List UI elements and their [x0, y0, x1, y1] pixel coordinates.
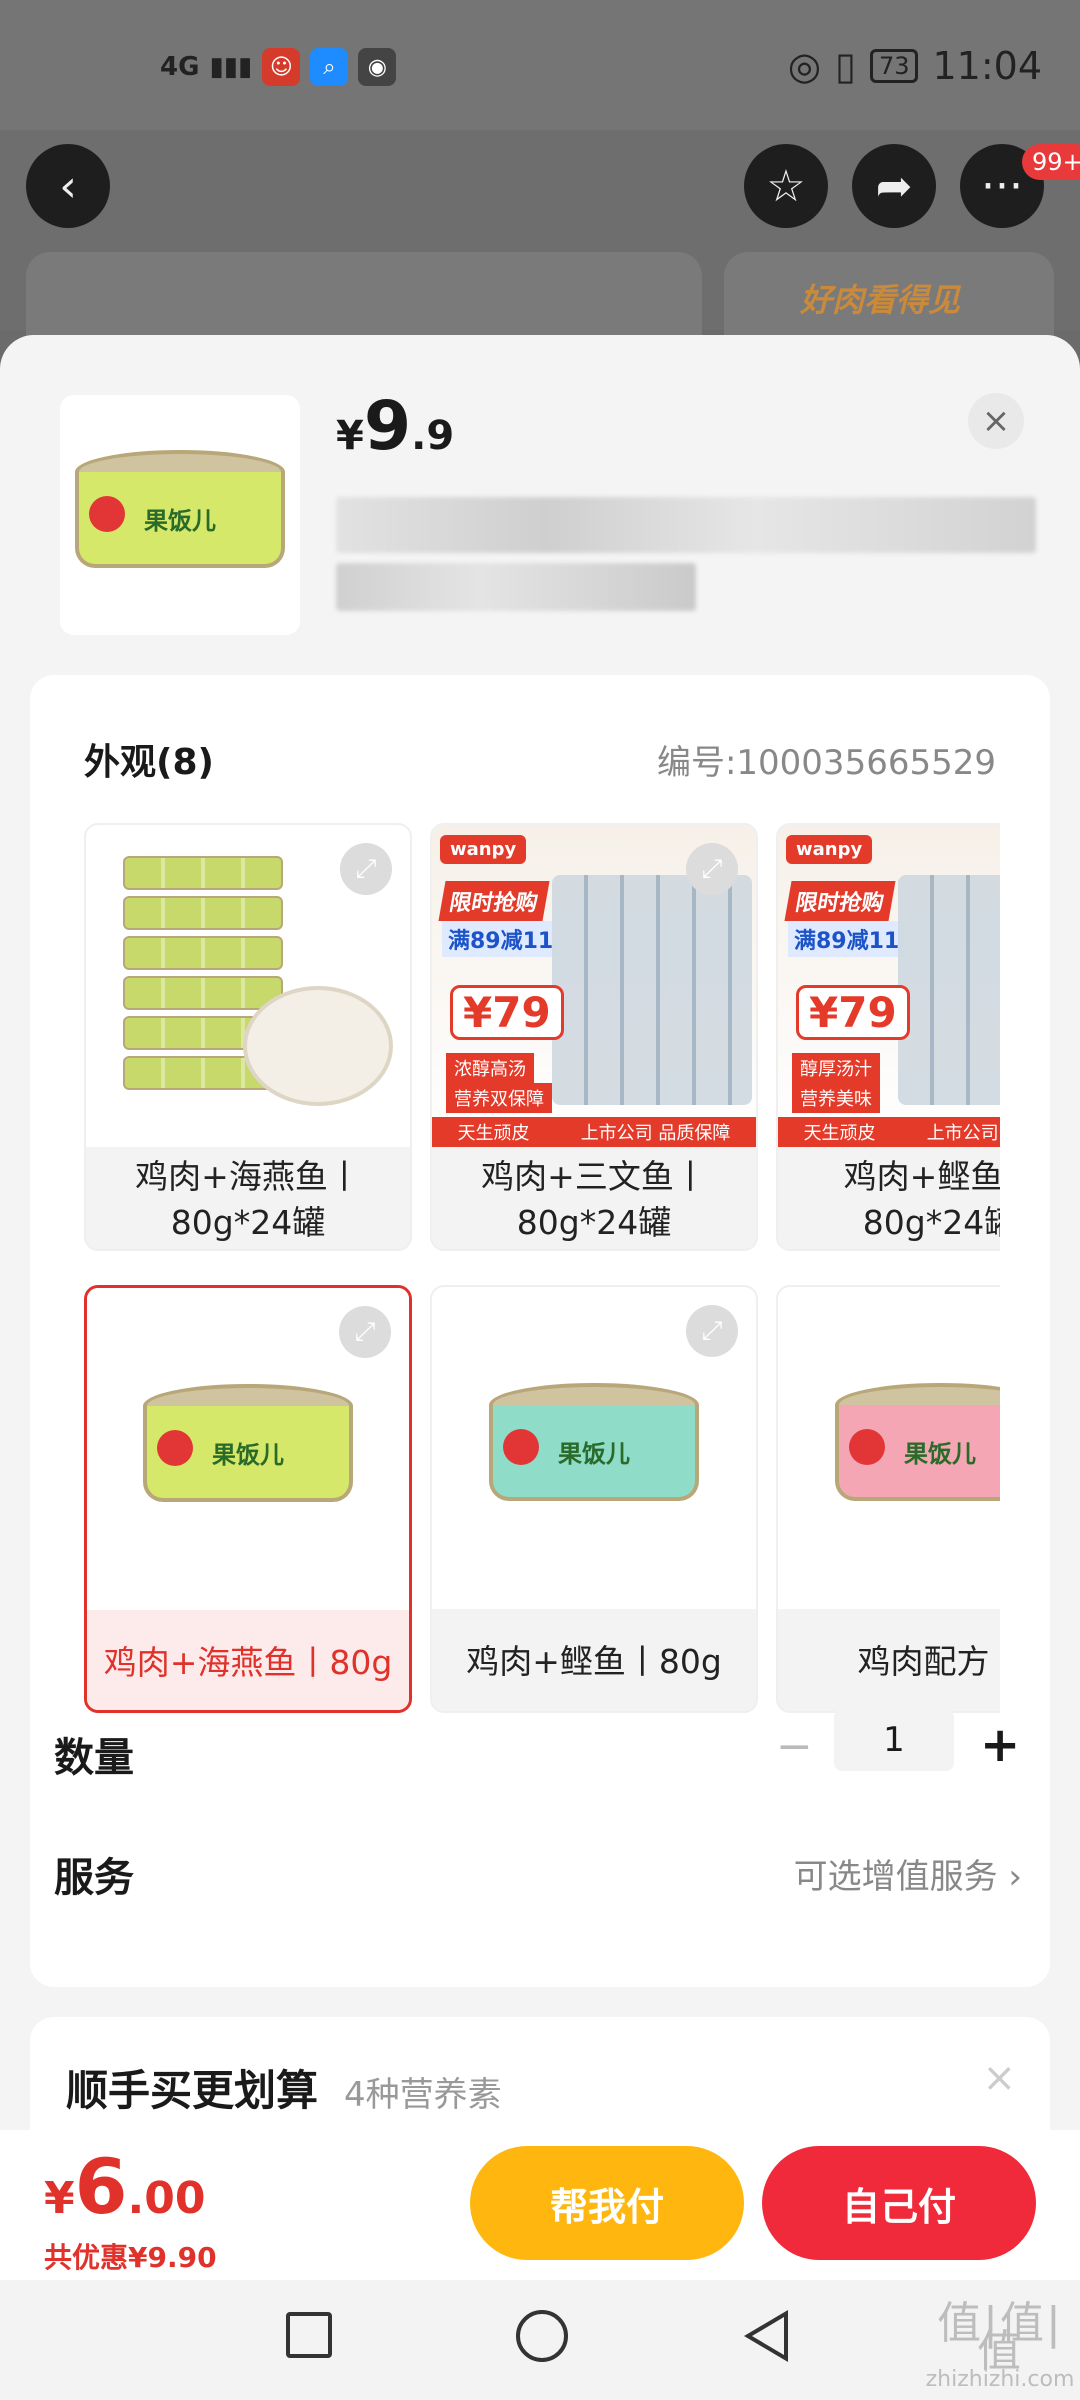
app-notification-icon: ☺: [262, 48, 301, 86]
sku-selector-sheet: 果饭儿 ¥9.9 × 外观(8) 编号:100035665529 ⤢ 鸡肉+海燕…: [0, 335, 1080, 2285]
help-me-pay-button[interactable]: 帮我付: [470, 2146, 744, 2260]
bundle-close-button[interactable]: ×: [982, 2055, 1016, 2101]
share-icon: ➦: [875, 160, 913, 212]
variant-section-title: 外观(8): [84, 742, 214, 783]
search-app-icon: ⌕: [310, 48, 349, 86]
chevron-left-icon: ‹: [59, 160, 77, 212]
signal-icon: ▮▮▮: [209, 52, 253, 82]
expand-icon[interactable]: ⤢: [340, 843, 392, 895]
back-button[interactable]: ‹: [26, 144, 110, 228]
back-nav-icon[interactable]: [744, 2310, 788, 2362]
vibrate-icon: ▯: [835, 44, 856, 88]
quantity-minus-button[interactable]: −: [776, 1721, 813, 1772]
variant-label: 鸡肉+三文鱼丨80g*24罐: [481, 1157, 707, 1242]
blurred-product-subtitle: [336, 563, 696, 611]
expand-icon[interactable]: ⤢: [686, 1305, 738, 1357]
status-bar: 4G ▮▮▮ ☺ ⌕ ◉ ◎ ▯ 73 11:04: [0, 0, 1080, 130]
variant-grid: ⤢ 鸡肉+海燕鱼丨80g*24罐 wanpy 限时抢购 满89减11 ¥79 浓…: [84, 823, 1000, 1723]
variant-tile[interactable]: wanpy 限时抢购 满89减11 ¥79 醇厚汤汁 营养美味 天生顽皮 上市公司…: [776, 823, 1000, 1251]
variant-image: wanpy 限时抢购 满89减11 ¥79 醇厚汤汁 营养美味 天生顽皮 上市公司…: [778, 825, 1000, 1147]
product-price: ¥9.9: [336, 387, 455, 466]
discount-total: 共优惠¥9.90: [44, 2241, 217, 2274]
variant-tile[interactable]: ⤢ 鸡肉+海燕鱼丨80g*24罐: [84, 823, 412, 1251]
status-right: ◎ ▯ 73 11:04: [788, 44, 1042, 88]
can-image: 果饭儿: [75, 450, 285, 580]
sku-code: 编号:100035665529: [656, 743, 996, 783]
status-left: 4G ▮▮▮ ☺ ⌕ ◉: [160, 48, 397, 86]
variant-label: 鸡肉+鲣鱼丨80g*24罐: [843, 1157, 1000, 1242]
checkout-bar: ¥6.00 共优惠¥9.90 帮我付 自己付: [0, 2130, 1080, 2280]
expand-icon[interactable]: ⤢: [686, 843, 738, 895]
product-thumbnail[interactable]: 果饭儿: [60, 395, 300, 635]
system-nav-bar: [0, 2280, 1080, 2400]
blurred-product-title: [336, 497, 1036, 553]
variant-label: 鸡肉+海燕鱼丨80g: [87, 1610, 409, 1710]
favorite-button[interactable]: ☆: [744, 144, 828, 228]
close-button[interactable]: ×: [968, 393, 1024, 449]
expand-icon[interactable]: ⤢: [339, 1306, 391, 1358]
watermark: 值|值|值 zhizhizhi.com: [925, 2298, 1075, 2393]
variant-label: 鸡肉+海燕鱼丨80g*24罐: [135, 1157, 361, 1242]
variant-image: 果饭儿: [778, 1287, 1000, 1609]
recent-apps-icon[interactable]: [286, 2312, 332, 2358]
variant-label: 鸡肉配方丨: [857, 1642, 1001, 1681]
network-indicator: 4G: [160, 52, 200, 82]
variant-card: 外观(8) 编号:100035665529 ⤢ 鸡肉+海燕鱼丨80g*24罐 w…: [30, 675, 1050, 1987]
bundle-title: 顺手买更划算: [66, 2066, 319, 2115]
service-selector[interactable]: 可选增值服务 ›: [794, 1849, 1022, 1898]
variant-tile[interactable]: 果饭儿 ⤢ 鸡肉+鲣鱼丨80g: [430, 1285, 758, 1713]
message-badge: 99+: [1022, 144, 1080, 180]
background-card: [26, 252, 702, 342]
service-label: 服务: [54, 1855, 134, 1901]
quantity-input[interactable]: 1: [834, 1709, 954, 1771]
variant-tile[interactable]: wanpy 限时抢购 满89减11 ¥79 浓醇高汤 营养双保障 天生顽皮 上市公…: [430, 823, 758, 1251]
battery-indicator: 73: [869, 49, 919, 83]
clock: 11:04: [932, 44, 1042, 88]
variant-tile-selected[interactable]: 果饭儿 ⤢ 鸡肉+海燕鱼丨80g: [84, 1285, 412, 1713]
quantity-plus-button[interactable]: +: [980, 1717, 1020, 1773]
pay-myself-button[interactable]: 自己付: [762, 2146, 1036, 2260]
bundle-subtitle: 4种营养素: [344, 2075, 502, 2115]
total-price: ¥6.00: [44, 2142, 206, 2231]
star-icon: ☆: [766, 160, 806, 212]
variant-label: 鸡肉+鲣鱼丨80g: [466, 1642, 722, 1681]
quantity-label: 数量: [54, 1735, 134, 1781]
eye-icon: ◎: [787, 44, 822, 88]
close-icon: ×: [981, 401, 1011, 441]
more-dots-icon: ···: [981, 160, 1023, 212]
share-button[interactable]: ➦: [852, 144, 936, 228]
huawei-app-icon: ◉: [358, 48, 397, 86]
home-icon[interactable]: [516, 2310, 568, 2362]
variant-tile[interactable]: 果饭儿 鸡肉配方丨: [776, 1285, 1000, 1713]
background-slogan: 好肉看得见: [800, 281, 961, 319]
